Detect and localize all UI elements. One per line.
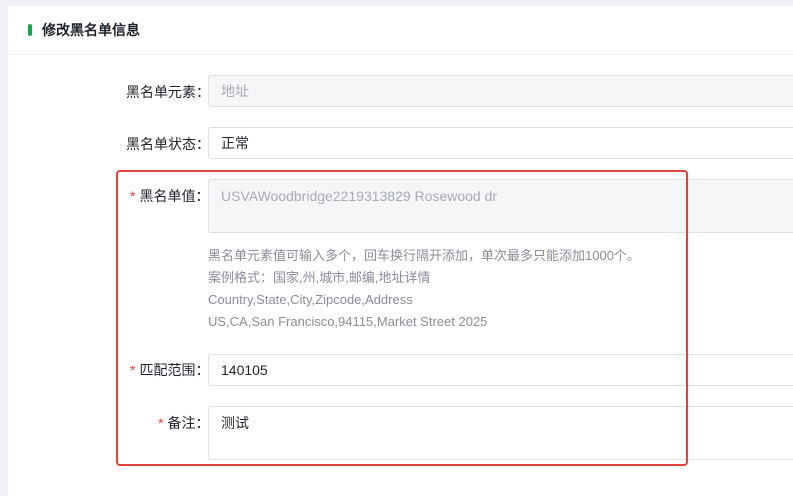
card-header: 修改黑名单信息 — [8, 6, 793, 55]
element-field-value: 地址 — [221, 83, 249, 99]
header-accent-bar — [28, 24, 32, 36]
edit-blacklist-card: 修改黑名单信息 黑名单元素： 地址 黑名单状态： 正常 * 黑名单值： USVAW… — [8, 6, 793, 496]
blacklist-value-label: * 黑名单值： — [130, 186, 209, 206]
required-mark: * — [130, 188, 136, 204]
hint-line-2: 案例格式：国家,州,城市,邮编,地址详情 — [208, 270, 431, 285]
hint-line-3: Country,State,City,Zipcode,Address — [208, 292, 413, 307]
match-range-input[interactable]: 140105 — [208, 354, 793, 386]
page-title: 修改黑名单信息 — [42, 22, 140, 38]
blacklist-value-text: USVAWoodbridge2219313829 Rosewood dr — [221, 188, 498, 204]
hint-line-1: 黑名单元素值可输入多个，回车换行隔开添加，单次最多只能添加1000个。 — [208, 248, 640, 263]
match-range-value: 140105 — [221, 362, 268, 378]
remark-textarea[interactable]: 测试 — [208, 406, 793, 460]
hint-line-4: US,CA,San Francisco,94115,Market Street … — [208, 314, 488, 329]
remark-label: * 备注： — [158, 413, 209, 433]
status-label: 黑名单状态： — [126, 136, 210, 152]
remark-value: 测试 — [221, 415, 249, 431]
match-range-label-text: 匹配范围： — [139, 362, 210, 378]
match-range-label: * 匹配范围： — [130, 360, 209, 380]
remark-label-text: 备注： — [167, 415, 210, 431]
element-field[interactable]: 地址 — [208, 75, 793, 107]
required-mark: * — [130, 362, 136, 378]
blacklist-value-textarea[interactable]: USVAWoodbridge2219313829 Rosewood dr — [208, 179, 793, 233]
status-select-value: 正常 — [221, 135, 249, 151]
required-mark: * — [158, 415, 164, 431]
element-label: 黑名单元素： — [126, 84, 210, 100]
blacklist-value-label-text: 黑名单值： — [139, 188, 210, 204]
status-select[interactable]: 正常 — [208, 127, 793, 159]
